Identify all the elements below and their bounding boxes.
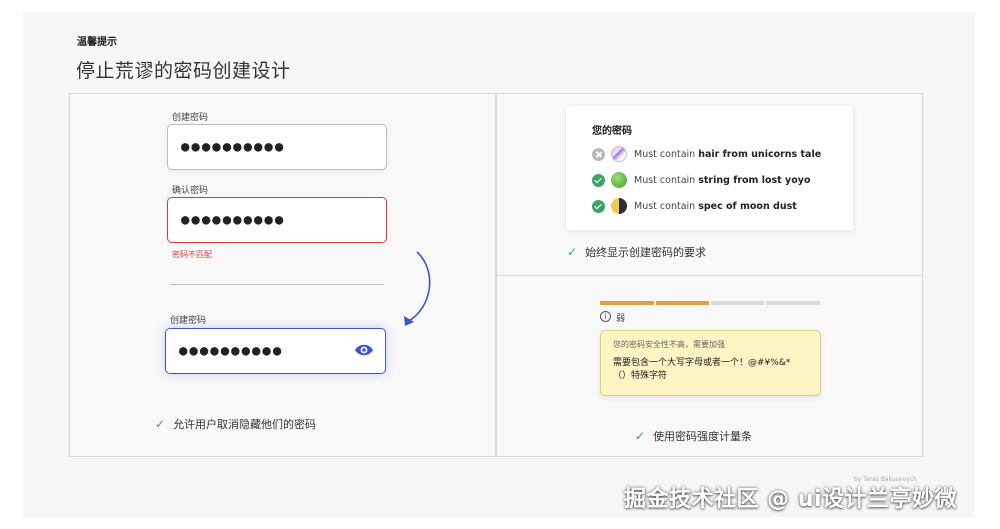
requirement-item: Must contain hair from unicorns tale	[592, 146, 821, 162]
tooltip-heading: 您的密码安全性不高，需要加强	[613, 340, 725, 349]
strength-segment	[656, 301, 709, 305]
requirement-bold: string from lost yoyo	[698, 174, 811, 186]
create-password-input[interactable]: ●●●●●●●●●●	[167, 124, 387, 170]
page-title: 停止荒谬的密码创建设计	[76, 60, 291, 82]
check-icon: ✓	[635, 429, 646, 443]
caption-requirements: ✓ 始终显示创建密码的要求	[567, 244, 706, 260]
password-mask: ●●●●●●●●●●	[181, 139, 286, 155]
eye-icon[interactable]	[354, 343, 374, 357]
eyebrow-label: 温馨提示	[77, 37, 117, 48]
confirm-password-label: 确认密码	[172, 186, 209, 196]
password-mask: ●●●●●●●●●●	[181, 212, 286, 228]
caption-text: 允许用户取消隐藏他们的密码	[173, 418, 317, 431]
requirements-card: 您的密码 Must contain hair from unicorns tal…	[566, 106, 853, 230]
check-icon: ✓	[567, 245, 578, 259]
caption-unhide: ✓ 允许用户取消隐藏他们的密码	[155, 416, 316, 432]
strength-segment	[766, 301, 820, 305]
met-icon	[592, 199, 605, 213]
create-password-input-focused[interactable]: ●●●●●●●●●●	[165, 328, 386, 374]
requirement-item: Must contain spec of moon dust	[592, 198, 797, 214]
right-panel-divider	[497, 275, 923, 276]
create-password-label: 创建密码	[172, 113, 209, 123]
requirement-bold: hair from unicorns tale	[698, 148, 822, 160]
requirement-prefix: Must contain	[634, 148, 696, 160]
requirement-prefix: Must contain	[634, 174, 696, 186]
strength-tooltip: 您的密码安全性不高，需要加强 需要包含一个大写字母或者一个！@#¥%&*（）特殊…	[600, 330, 821, 396]
watermark: 掘金技术社区 @ ui设计兰亭妙微	[624, 487, 958, 512]
tooltip-body: 需要包含一个大写字母或者一个！@#¥%&*（）特殊字符	[613, 358, 791, 381]
caption-text: 始终显示创建密码的要求	[585, 246, 707, 259]
caption-strength: ✓ 使用密码强度计量条	[635, 428, 752, 444]
create-password-label-2: 创建密码	[170, 316, 207, 326]
mismatch-error: 密码不匹配	[172, 250, 212, 259]
strength-label: 弱	[616, 314, 626, 324]
requirements-title: 您的密码	[592, 126, 632, 137]
confirm-password-input[interactable]: ●●●●●●●●●●	[167, 197, 387, 243]
info-icon[interactable]: i	[600, 311, 611, 322]
divider	[170, 284, 384, 285]
strength-segment	[600, 301, 654, 305]
requirement-prefix: Must contain	[634, 200, 696, 212]
unmet-icon	[592, 147, 605, 161]
requirement-item: Must contain string from lost yoyo	[592, 172, 810, 188]
check-icon: ✓	[155, 417, 166, 431]
met-icon	[592, 173, 605, 187]
moon-icon	[611, 198, 627, 214]
strength-segment	[711, 301, 764, 305]
curved-arrow-icon	[404, 251, 431, 326]
yoyo-icon	[611, 172, 627, 188]
caption-text: 使用密码强度计量条	[653, 430, 753, 443]
requirement-bold: spec of moon dust	[698, 200, 797, 212]
password-mask: ●●●●●●●●●●	[179, 343, 284, 359]
unicorn-icon	[611, 146, 627, 162]
